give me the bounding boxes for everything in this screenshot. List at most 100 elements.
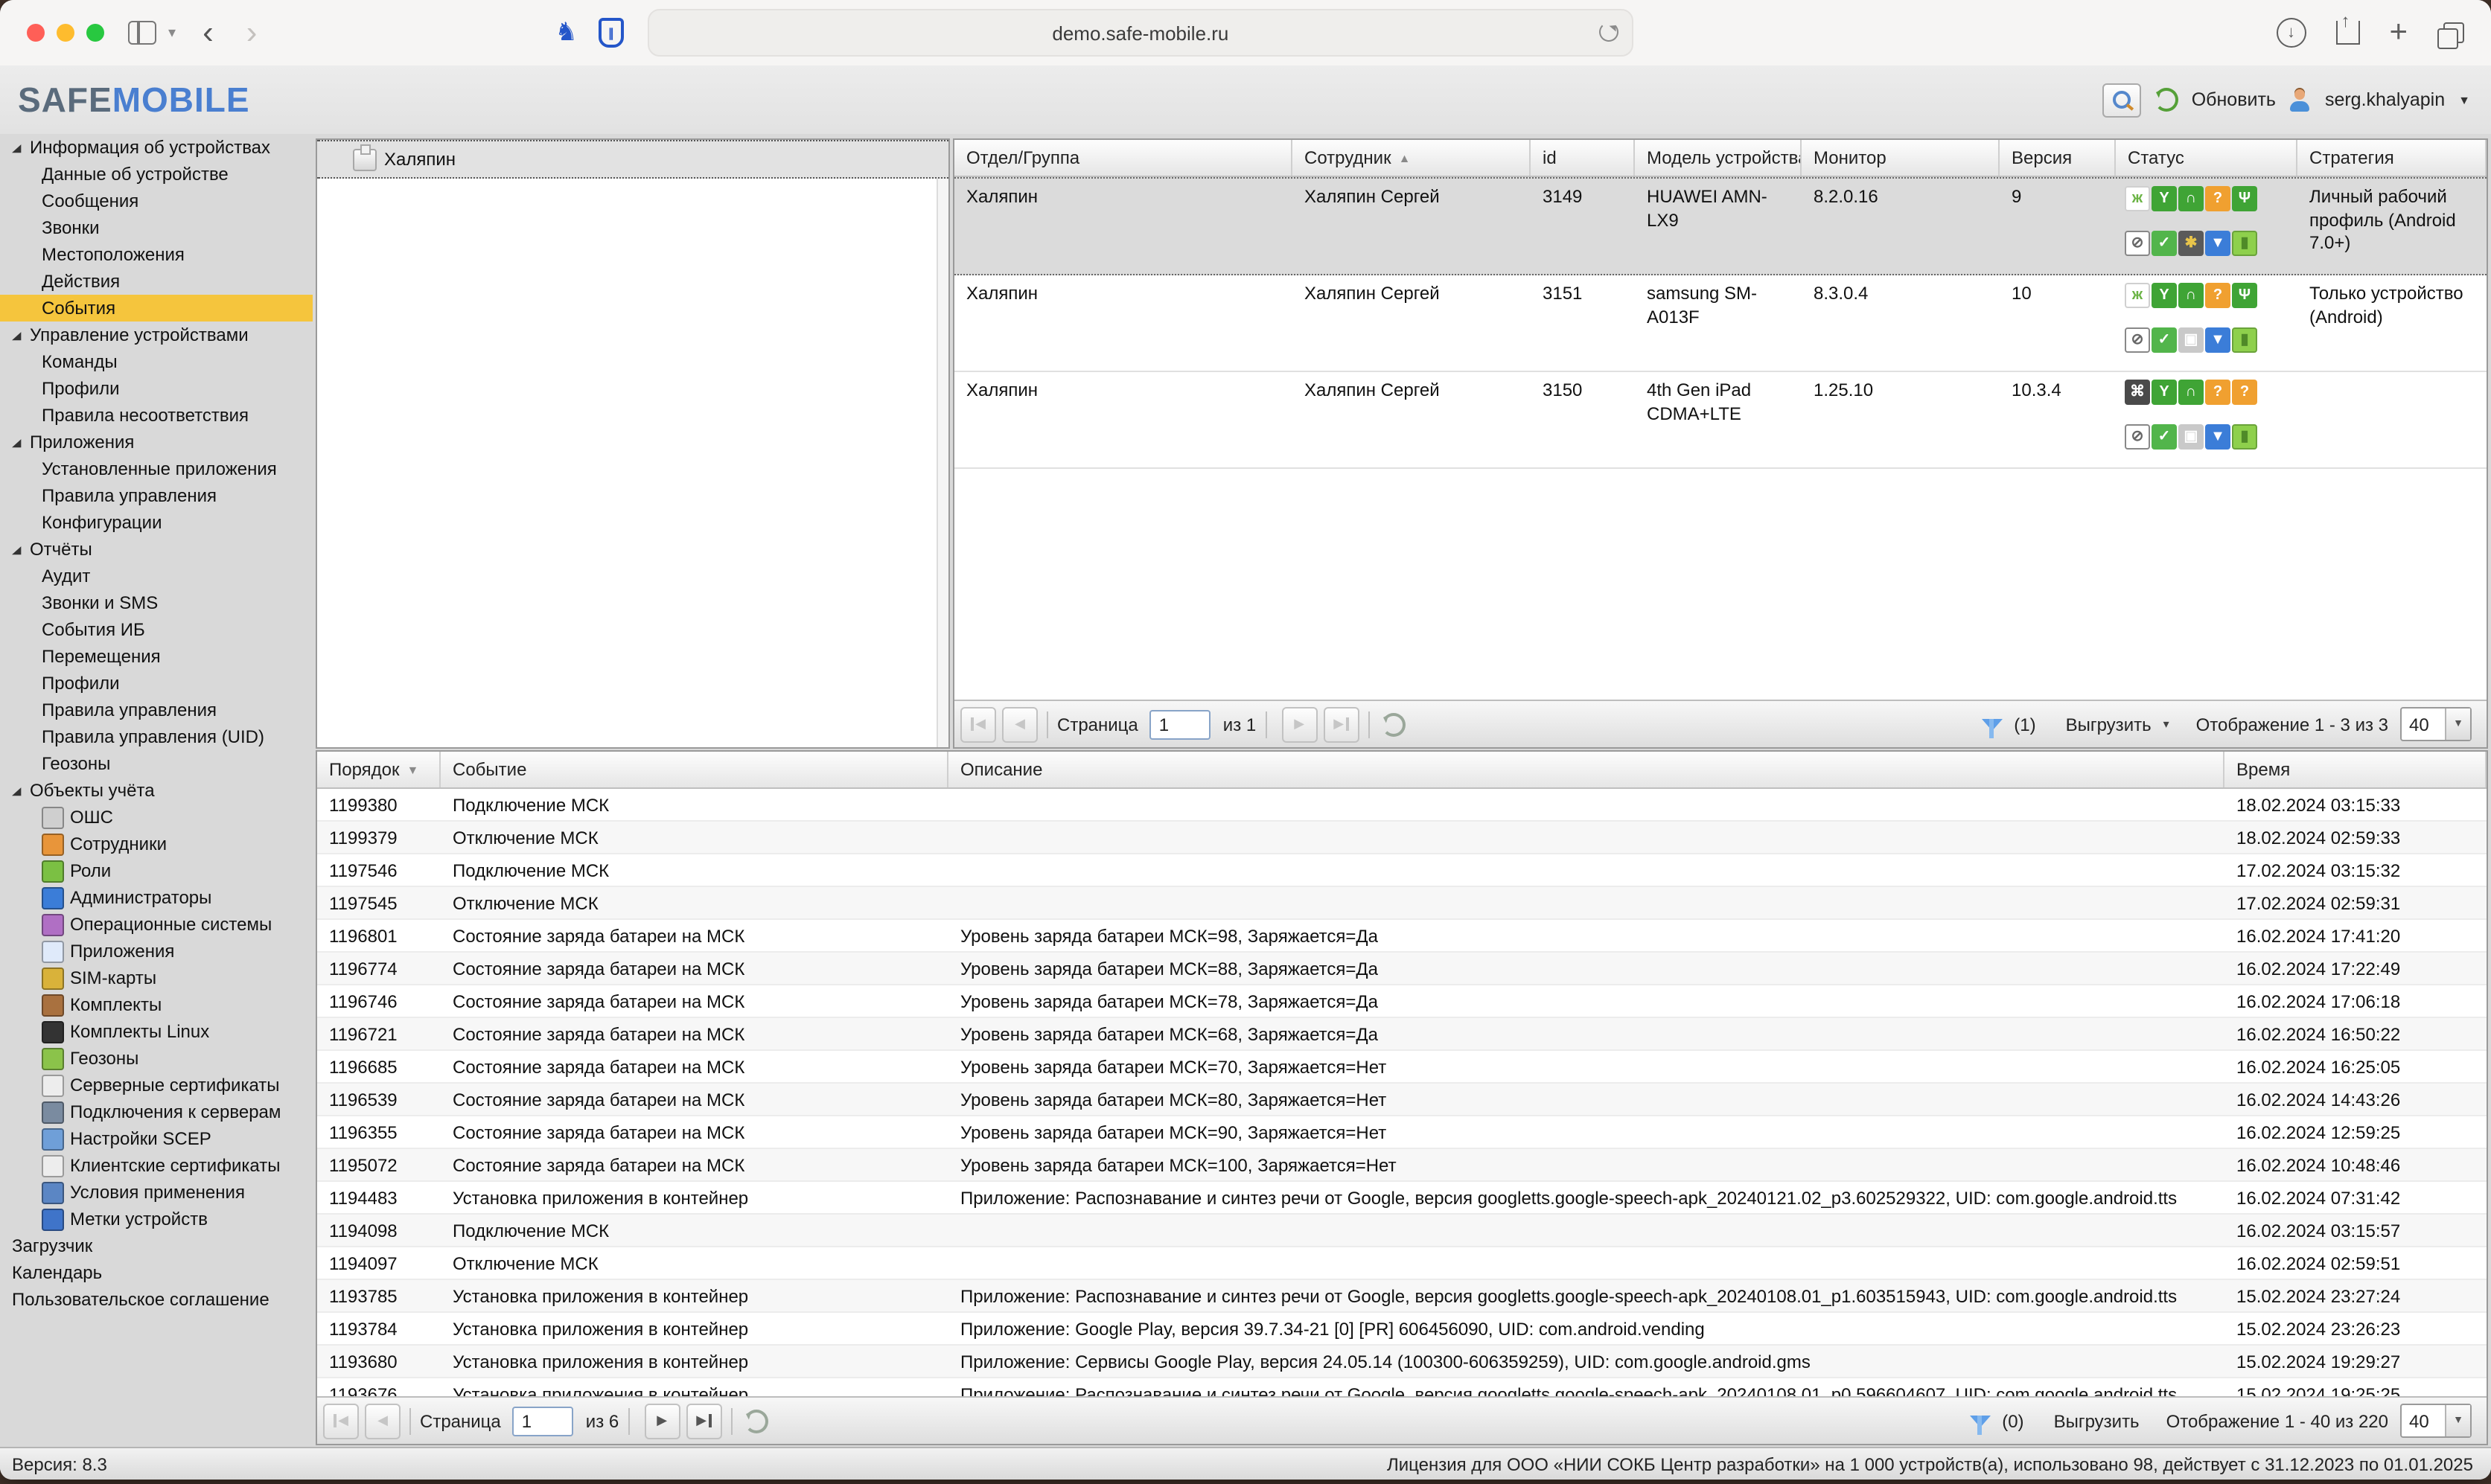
sidebar-toggle-icon[interactable] (128, 21, 156, 45)
sidebar-item-установленные-приложения[interactable]: Установленные приложения (0, 455, 313, 482)
sidebar-item-геозоны[interactable]: Геозоны (0, 1045, 313, 1072)
sidebar-item-клиентские-сертификаты[interactable]: Клиентские сертификаты (0, 1152, 313, 1179)
event-row[interactable]: 1194097Отключение МСК16.02.2024 02:59:51 (317, 1247, 2487, 1280)
expand-triangle-icon[interactable]: ◢ (12, 141, 25, 153)
sidebar-item-информация-об-устройствах[interactable]: ◢Информация об устройствах (0, 134, 313, 161)
column-header-6[interactable]: Версия (2000, 140, 2116, 176)
sidebar-item-правила-управления[interactable]: Правила управления (0, 697, 313, 723)
sidebar-item-отчёты[interactable]: ◢Отчёты (0, 536, 313, 563)
refresh-button[interactable]: Обновить (2192, 89, 2276, 110)
prev-page-button[interactable]: ◀ (1002, 706, 1038, 742)
first-page-button[interactable]: ◀ (960, 706, 996, 742)
event-row[interactable]: 1193680Установка приложения в контейнерП… (317, 1346, 2487, 1378)
event-row[interactable]: 1195072Состояние заряда батареи на МСКУр… (317, 1149, 2487, 1182)
sidebar-item-данные-об-устройстве[interactable]: Данные об устройстве (0, 161, 313, 188)
sidebar-item-звонки-и-sms[interactable]: Звонки и SMS (0, 589, 313, 616)
column-header-4[interactable]: Модель устройства (1635, 140, 1802, 176)
zoom-window-button[interactable] (86, 24, 104, 42)
sidebar-item-управление-устройствами[interactable]: ◢Управление устройствами (0, 322, 313, 348)
sidebar-item-операционные-системы[interactable]: Операционные системы (0, 911, 313, 938)
sidebar-item-перемещения[interactable]: Перемещения (0, 643, 313, 670)
sidebar-item-метки-устройств[interactable]: Метки устройств (0, 1206, 313, 1232)
sidebar-item-комплекты[interactable]: Комплекты (0, 991, 313, 1018)
event-row[interactable]: 1196801Состояние заряда батареи на МСКУр… (317, 920, 2487, 953)
event-row[interactable]: 1194483Установка приложения в контейнерП… (317, 1182, 2487, 1215)
device-row[interactable]: ХаляпинХаляпин Сергей3151samsung SM-A013… (954, 275, 2487, 372)
sidebar-item-геозоны[interactable]: Геозоны (0, 750, 313, 777)
expand-triangle-icon[interactable]: ◢ (12, 784, 25, 796)
address-bar[interactable]: demo.safe-mobile.ru (648, 9, 1633, 57)
sidebar-item-местоположения[interactable]: Местоположения (0, 241, 313, 268)
filter-icon[interactable] (1981, 718, 2002, 730)
sidebar-item-сообщения[interactable]: Сообщения (0, 188, 313, 214)
page-input[interactable]: 1 (513, 1406, 574, 1436)
sidebar-item-приложения[interactable]: Приложения (0, 938, 313, 965)
column-header-5[interactable]: Монитор (1802, 140, 2000, 176)
event-row[interactable]: 1196539Состояние заряда батареи на МСКУр… (317, 1084, 2487, 1116)
first-page-button[interactable]: ◀ (323, 1403, 359, 1439)
page-input[interactable]: 1 (1150, 709, 1211, 739)
event-row[interactable]: 1197546Подключение МСК17.02.2024 03:15:3… (317, 854, 2487, 887)
extension-icon[interactable]: ♞ (555, 18, 578, 48)
user-menu[interactable]: serg.khalyapin (2325, 89, 2445, 110)
device-row[interactable]: ХаляпинХаляпин Сергей3149HUAWEI AMN-LX98… (954, 177, 2487, 275)
event-row[interactable]: 1199380Подключение МСК18.02.2024 03:15:3… (317, 789, 2487, 822)
sidebar-item-правила-управления[interactable]: Правила управления (0, 482, 313, 509)
sidebar-item-настройки-scep[interactable]: Настройки SCEP (0, 1125, 313, 1152)
expand-triangle-icon[interactable]: ◢ (12, 436, 25, 448)
sidebar-item-приложения[interactable]: ◢Приложения (0, 429, 313, 455)
sidebar-item-sim-карты[interactable]: SIM-карты (0, 965, 313, 991)
sidebar-item-профили[interactable]: Профили (0, 375, 313, 402)
column-header-8[interactable]: Стратегия (2297, 140, 2487, 176)
event-row[interactable]: 1193785Установка приложения в контейнерП… (317, 1280, 2487, 1313)
column-header-1[interactable]: Порядок▼ (317, 752, 441, 787)
column-header-4[interactable]: Время (2224, 752, 2487, 787)
group-panel-scrollbar[interactable] (937, 179, 948, 747)
column-header-1[interactable]: Отдел/Группа (954, 140, 1292, 176)
column-header-3[interactable]: Описание (948, 752, 2224, 787)
sidebar-item-администраторы[interactable]: Администраторы (0, 884, 313, 911)
sidebar-item-правила-несоответствия[interactable]: Правила несоответствия (0, 402, 313, 429)
chevron-down-icon[interactable]: ▾ (168, 25, 176, 41)
sidebar-item-комплекты-linux[interactable]: Комплекты Linux (0, 1018, 313, 1045)
next-page-button[interactable]: ▶ (644, 1403, 680, 1439)
sidebar-item-объекты-учёта[interactable]: ◢Объекты учёта (0, 777, 313, 804)
sidebar-item-ошс[interactable]: ОШС (0, 804, 313, 831)
forward-button[interactable]: › (246, 16, 258, 49)
event-row[interactable]: 1194098Подключение МСК16.02.2024 03:15:5… (317, 1215, 2487, 1247)
event-row[interactable]: 1193784Установка приложения в контейнерП… (317, 1313, 2487, 1346)
group-tree-node[interactable]: Халяпин (317, 140, 948, 179)
tab-overview-icon[interactable] (2443, 22, 2464, 43)
filter-icon[interactable] (1969, 1415, 1990, 1427)
minimize-window-button[interactable] (57, 24, 74, 42)
sidebar-item-действия[interactable]: Действия (0, 268, 313, 295)
export-button[interactable]: Выгрузить (2066, 714, 2152, 735)
event-row[interactable]: 1196685Состояние заряда батареи на МСКУр… (317, 1051, 2487, 1084)
last-page-button[interactable]: ▶ (686, 1403, 721, 1439)
column-header-3[interactable]: id (1531, 140, 1635, 176)
sidebar-item-правила-управления-uid-[interactable]: Правила управления (UID) (0, 723, 313, 750)
event-row[interactable]: 1196355Состояние заряда батареи на МСКУр… (317, 1116, 2487, 1149)
sidebar-item-команды[interactable]: Команды (0, 348, 313, 375)
page-size-select[interactable]: 40▼ (2400, 707, 2472, 741)
page-size-select[interactable]: 40▼ (2400, 1404, 2472, 1438)
column-header-7[interactable]: Статус (2116, 140, 2297, 176)
new-tab-icon[interactable]: + (2389, 15, 2408, 51)
sidebar-item-профили[interactable]: Профили (0, 670, 313, 697)
event-row[interactable]: 1197545Отключение МСК17.02.2024 02:59:31 (317, 887, 2487, 920)
user-menu-caret-icon[interactable]: ▼ (2458, 93, 2470, 106)
prev-page-button[interactable]: ◀ (365, 1403, 401, 1439)
event-row[interactable]: 1196746Состояние заряда батареи на МСКУр… (317, 985, 2487, 1018)
close-window-button[interactable] (27, 24, 45, 42)
back-button[interactable]: ‹ (202, 16, 214, 49)
sidebar-item-пользовательское-соглашение[interactable]: Пользовательское соглашение (0, 1286, 313, 1313)
device-row[interactable]: ХаляпинХаляпин Сергей31504th Gen iPad CD… (954, 372, 2487, 469)
reload-icon[interactable] (1599, 22, 1618, 42)
sidebar-item-условия-применения[interactable]: Условия применения (0, 1179, 313, 1206)
next-page-button[interactable]: ▶ (1281, 706, 1317, 742)
shield-extension-icon[interactable]: ∥ (599, 18, 624, 48)
downloads-icon[interactable]: ↓ (2276, 18, 2306, 48)
share-icon[interactable] (2335, 21, 2359, 45)
sidebar-item-роли[interactable]: Роли (0, 857, 313, 884)
table-refresh-icon[interactable] (744, 1409, 768, 1433)
